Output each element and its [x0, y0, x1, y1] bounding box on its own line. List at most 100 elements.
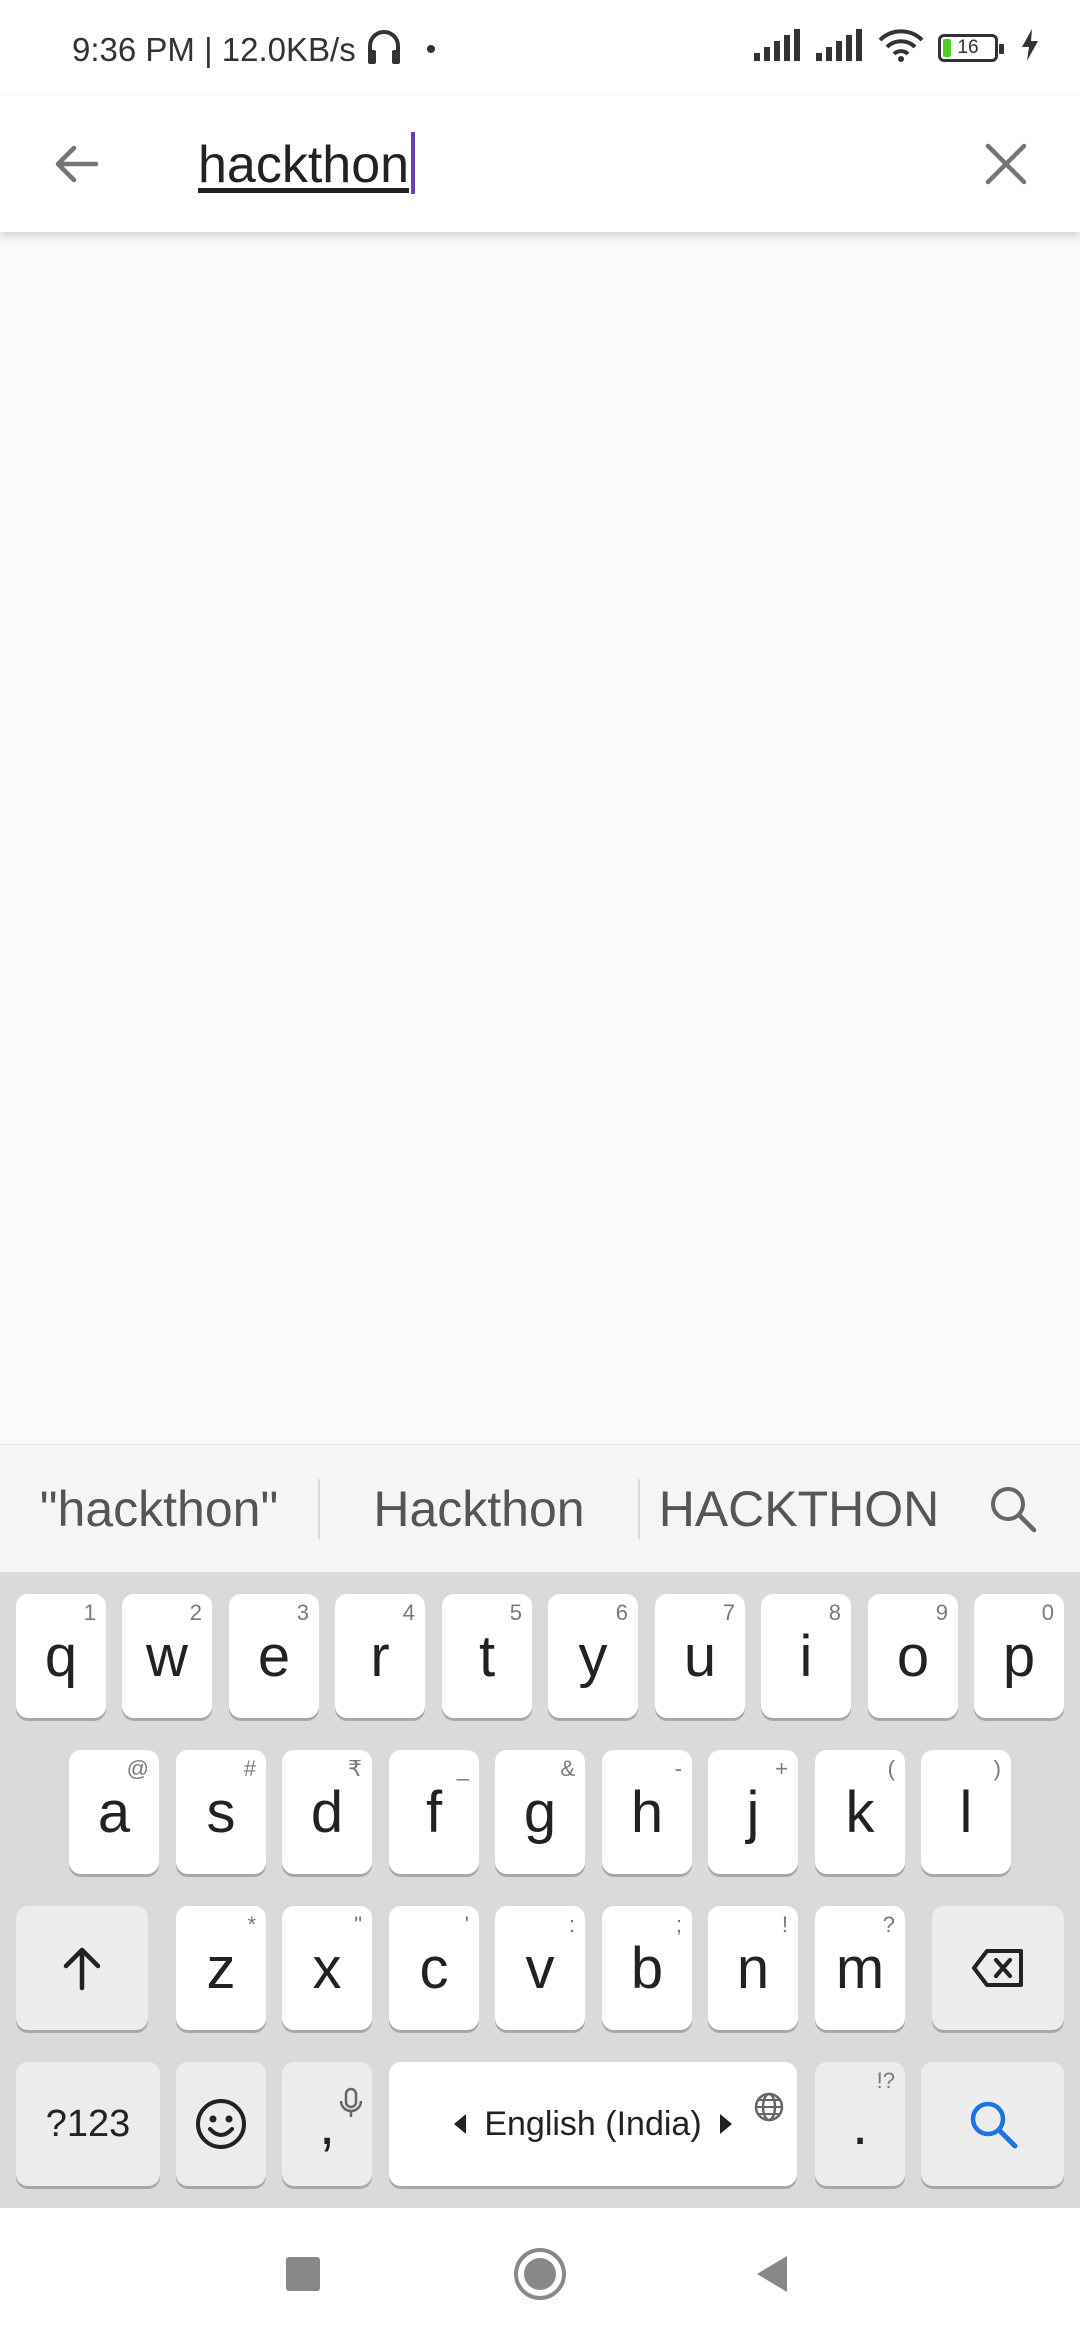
key-m[interactable]: m? [815, 1906, 905, 2030]
period-key[interactable]: . !? [815, 2062, 905, 2186]
key-o[interactable]: o9 [868, 1594, 958, 1718]
status-bar: 9:36 PM | 12.0KB/s • 16 [0, 0, 1080, 96]
suggestion-item[interactable]: HACKTHON [640, 1445, 958, 1573]
key-hint: ; [675, 1912, 682, 1937]
home-button[interactable] [512, 2246, 568, 2302]
key-a[interactable]: a @ [69, 1750, 159, 1874]
key-y[interactable]: y6 [548, 1594, 638, 1718]
emoji-key[interactable] [176, 2062, 266, 2186]
key-r[interactable]: r4 [335, 1594, 425, 1718]
key-label: f [425, 1779, 443, 1845]
suggestion-item[interactable]: "hackthon" [0, 1445, 318, 1573]
key-hint: " [354, 1912, 362, 1937]
key-b[interactable]: b; [602, 1906, 692, 2030]
key-label: s [206, 1779, 236, 1845]
key-p[interactable]: p0 [974, 1594, 1064, 1718]
search-query: hackthon [198, 136, 410, 194]
emoji-icon [196, 2099, 246, 2149]
back-button[interactable] [40, 128, 112, 200]
key-label: a [97, 1779, 131, 1845]
wifi-icon [878, 28, 924, 67]
key-c[interactable]: c ' [389, 1906, 479, 2030]
suggestion-item[interactable]: Hackthon [320, 1445, 638, 1573]
key-q[interactable]: q1 [16, 1594, 106, 1718]
key-hint: : [568, 1912, 575, 1937]
key-label: h [630, 1779, 664, 1845]
key-hint: !? [876, 2068, 895, 2093]
space-key[interactable]: English (India) [389, 2062, 797, 2186]
key-w[interactable]: w2 [122, 1594, 212, 1718]
key-s[interactable]: s # [176, 1750, 266, 1874]
key-label: l [959, 1779, 973, 1845]
key-label: p [1002, 1623, 1036, 1689]
key-hint: 8 [828, 1600, 841, 1625]
key-label: m [835, 1935, 885, 2001]
search-icon [991, 1486, 1037, 1532]
key-i[interactable]: i8 [761, 1594, 851, 1718]
key-label: t [478, 1623, 496, 1689]
comma-key[interactable]: , [282, 2062, 372, 2186]
key-hint: 1 [83, 1600, 96, 1625]
status-dot: • [425, 33, 437, 66]
microphone-icon [338, 2066, 364, 2133]
status-time-speed: 9:36 PM | 12.0KB/s [72, 31, 356, 68]
key-hint: ? [882, 1912, 895, 1937]
shift-key[interactable] [16, 1906, 148, 2030]
key-label: b [630, 1935, 664, 2001]
key-z[interactable]: z * [176, 1906, 266, 2030]
key-v[interactable]: v: [495, 1906, 585, 2030]
key-hint: * [247, 1912, 256, 1937]
key-hint: 2 [189, 1600, 202, 1625]
back-nav-button[interactable] [745, 2246, 801, 2302]
search-action-key[interactable] [921, 2062, 1064, 2186]
search-input[interactable]: hackthon [198, 132, 416, 195]
key-hint: # [243, 1756, 256, 1781]
status-left: 9:36 PM | 12.0KB/s • [72, 26, 436, 74]
clear-button[interactable] [972, 130, 1040, 198]
key-label: o [896, 1623, 930, 1689]
suggestion-search-button[interactable] [958, 1445, 1068, 1573]
key-hint: _ [456, 1756, 469, 1781]
key-hint: 0 [1041, 1600, 1054, 1625]
symbols-key[interactable]: ?123 [16, 2062, 160, 2186]
key-label: w [146, 1623, 188, 1689]
battery-fill [943, 38, 951, 57]
key-k[interactable]: k( [815, 1750, 905, 1874]
key-label: q [44, 1623, 78, 1689]
key-hint: + [775, 1756, 788, 1781]
key-d[interactable]: d ₹ [282, 1750, 372, 1874]
caret-right-icon [719, 2114, 732, 2134]
key-x[interactable]: x " [282, 1906, 372, 2030]
key-hint: ₹ [348, 1756, 362, 1781]
key-l[interactable]: l) [921, 1750, 1011, 1874]
search-app-bar: hackthon [0, 96, 1080, 232]
key-label: . [851, 2091, 869, 2157]
search-icon [970, 2101, 1017, 2149]
key-j[interactable]: j + [708, 1750, 798, 1874]
key-label: c [419, 1935, 449, 2001]
backspace-icon [972, 1949, 1023, 1987]
backspace-key[interactable] [932, 1906, 1064, 2030]
key-g[interactable]: g & [495, 1750, 585, 1874]
keyboard: q1 w2 e3 r4 t5 y6 u7 i8 o9 p0 a @ s # d ₹ f… [0, 1572, 1080, 2208]
close-icon [985, 143, 1027, 185]
recents-button[interactable] [275, 2246, 331, 2302]
key-n[interactable]: n! [708, 1906, 798, 2030]
key-label: y [578, 1623, 608, 1689]
key-label: r [370, 1623, 390, 1689]
key-label: k [845, 1779, 875, 1845]
navigation-bar [0, 2208, 1080, 2340]
circle-icon [514, 2248, 566, 2300]
key-e[interactable]: e3 [229, 1594, 319, 1718]
key-u[interactable]: u7 [655, 1594, 745, 1718]
key-hint: ' [464, 1912, 469, 1937]
key-hint: ! [781, 1912, 788, 1937]
key-hint: - [674, 1756, 682, 1781]
key-hint: 6 [615, 1600, 628, 1625]
triangle-back-icon [757, 2256, 787, 2292]
key-f[interactable]: f _ [389, 1750, 479, 1874]
key-h[interactable]: h- [602, 1750, 692, 1874]
charging-icon [1020, 29, 1040, 66]
key-t[interactable]: t5 [442, 1594, 532, 1718]
square-icon [286, 2257, 320, 2291]
